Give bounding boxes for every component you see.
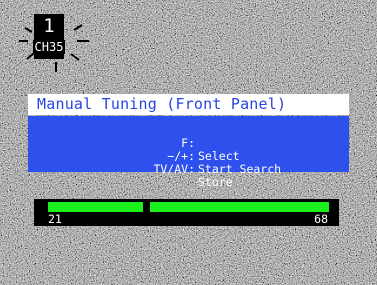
channel-number: 1	[43, 15, 55, 37]
menu-row-action: Store	[198, 175, 233, 189]
tuning-bar-fill-right	[149, 202, 329, 212]
tuning-bar-fill-left	[48, 202, 143, 212]
menu-row-store: TV/AV: Store	[28, 150, 349, 202]
tuning-position-marker	[142, 201, 150, 213]
channel-indicator: 1 CH35	[19, 9, 99, 73]
menu-title: Manual Tuning (Front Panel)	[28, 94, 349, 115]
channel-label-text: CH35	[32, 40, 66, 54]
tuning-max-label: 68	[314, 212, 328, 226]
tuning-bar: 21 68	[34, 199, 339, 226]
menu-row-key: TV/AV:	[153, 162, 195, 176]
tuning-min-label: 21	[48, 212, 62, 226]
menu-body: F: Select −/+: Start Search TV/AV: Store	[28, 116, 349, 189]
channel-label: CH35	[19, 38, 79, 56]
